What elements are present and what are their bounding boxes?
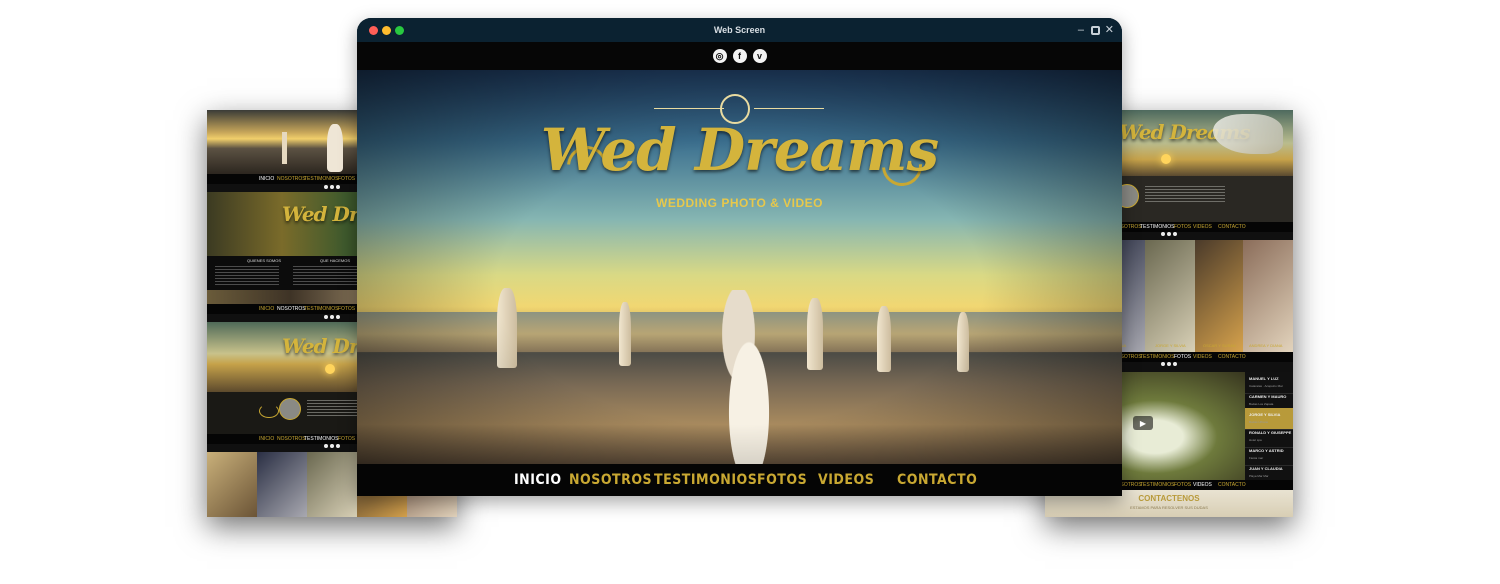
nav-item[interactable]: INICIO [259,176,274,182]
nav-nosotros[interactable]: NOSOTROS [569,472,652,488]
nav-item[interactable]: TESTIMONIOS [304,436,338,442]
close-dot-icon[interactable] [369,26,378,35]
about-heading: QUE HACEMOS [320,258,351,263]
nav-item[interactable]: INICIO [259,306,274,312]
nav-item[interactable]: VIDEOS [1193,354,1212,360]
right-video-list: MANUEL Y LUZ Cataratas · Acapulco Mar CAR… [1245,372,1293,480]
nav-item[interactable]: TESTIMONIOS [304,176,338,182]
nav-item[interactable]: CONTACTO [1218,354,1246,360]
nav-item[interactable]: FOTOS [338,306,355,312]
close-icon[interactable]: ✕ [1105,23,1114,37]
minimize-dot-icon[interactable] [382,26,391,35]
nav-item[interactable]: TESTIMONIOS [1140,482,1174,488]
nav-item[interactable]: FOTOS [1174,224,1191,230]
site-logo[interactable]: Wed Dreams [357,116,1122,184]
nav-item[interactable]: FOTOS [1174,482,1191,488]
main-navigation: INICIO NOSOTROS TESTIMONIOS FOTOS VIDEOS… [357,464,1122,496]
right-social-2 [1161,362,1177,366]
contact-subtitle: ESTAMOS PARA RESOLVER SUS DUDAS [1130,505,1208,510]
nav-item[interactable]: CONTACTO [1218,224,1246,230]
nav-contacto[interactable]: CONTACTO [897,472,977,488]
nav-item[interactable]: CONTACTO [1218,482,1246,488]
nav-item[interactable]: NOSOTROS [277,436,306,442]
vimeo-icon[interactable]: v [752,49,767,63]
right-social-1 [1161,232,1177,236]
play-icon[interactable]: ▶ [1133,416,1153,430]
instagram-icon[interactable]: ◎ [712,49,727,63]
nav-item[interactable]: FOTOS [338,176,355,182]
maximize-dot-icon[interactable] [395,26,404,35]
nav-item[interactable]: VIDEOS [1193,482,1212,488]
nav-item[interactable]: FOTOS [338,436,355,442]
nav-videos[interactable]: VIDEOS [818,472,874,488]
minimize-icon[interactable]: – [1078,23,1084,37]
social-bar: ◎ f v [357,42,1122,70]
nav-item[interactable]: FOTOS [1174,354,1191,360]
gallery-caption: JORGE Y SILVIA [1155,343,1186,348]
left-social-1 [324,185,340,189]
nav-item[interactable]: INICIO [259,436,274,442]
logo-divider [754,108,824,109]
logo-divider [654,108,724,109]
nav-item[interactable]: TESTIMONIOS [304,306,338,312]
nav-item[interactable]: NOSOTROS [277,176,306,182]
gallery-caption: ANDREA Y DIANA [1249,343,1283,348]
gallery-caption: OSCAR Y SUSAN [1203,343,1236,348]
maximize-icon[interactable] [1091,26,1100,35]
about-heading: QUIENES SOMOS [247,258,282,263]
facebook-icon[interactable]: f [732,49,747,63]
avatar [279,398,301,420]
nav-testimonios[interactable]: TESTIMONIOS [654,472,757,488]
nav-item[interactable]: NOSOTROS [277,306,306,312]
left-social-2 [324,315,340,319]
site-tagline: WEDDING PHOTO & VIDEO [656,196,823,210]
hero-banner: Wed Dreams WEDDING PHOTO & VIDEO [357,70,1122,465]
main-browser-window: Web Screen – ✕ ◎ f v Wed Dreams WEDDING … [357,18,1122,496]
left-social-3 [324,444,340,448]
window-titlebar: Web Screen – ✕ [357,18,1122,42]
nav-item[interactable]: VIDEOS [1193,224,1212,230]
nav-item[interactable]: TESTIMONIOS [1140,224,1174,230]
video-list-item[interactable]: JUAN Y CLAUDIA Playa Mar Mar [1245,462,1293,480]
nav-inicio[interactable]: INICIO [514,472,562,488]
nav-item[interactable]: TESTIMONIOS [1140,354,1174,360]
window-title: Web Screen [713,25,766,35]
nav-fotos[interactable]: FOTOS [757,472,807,488]
